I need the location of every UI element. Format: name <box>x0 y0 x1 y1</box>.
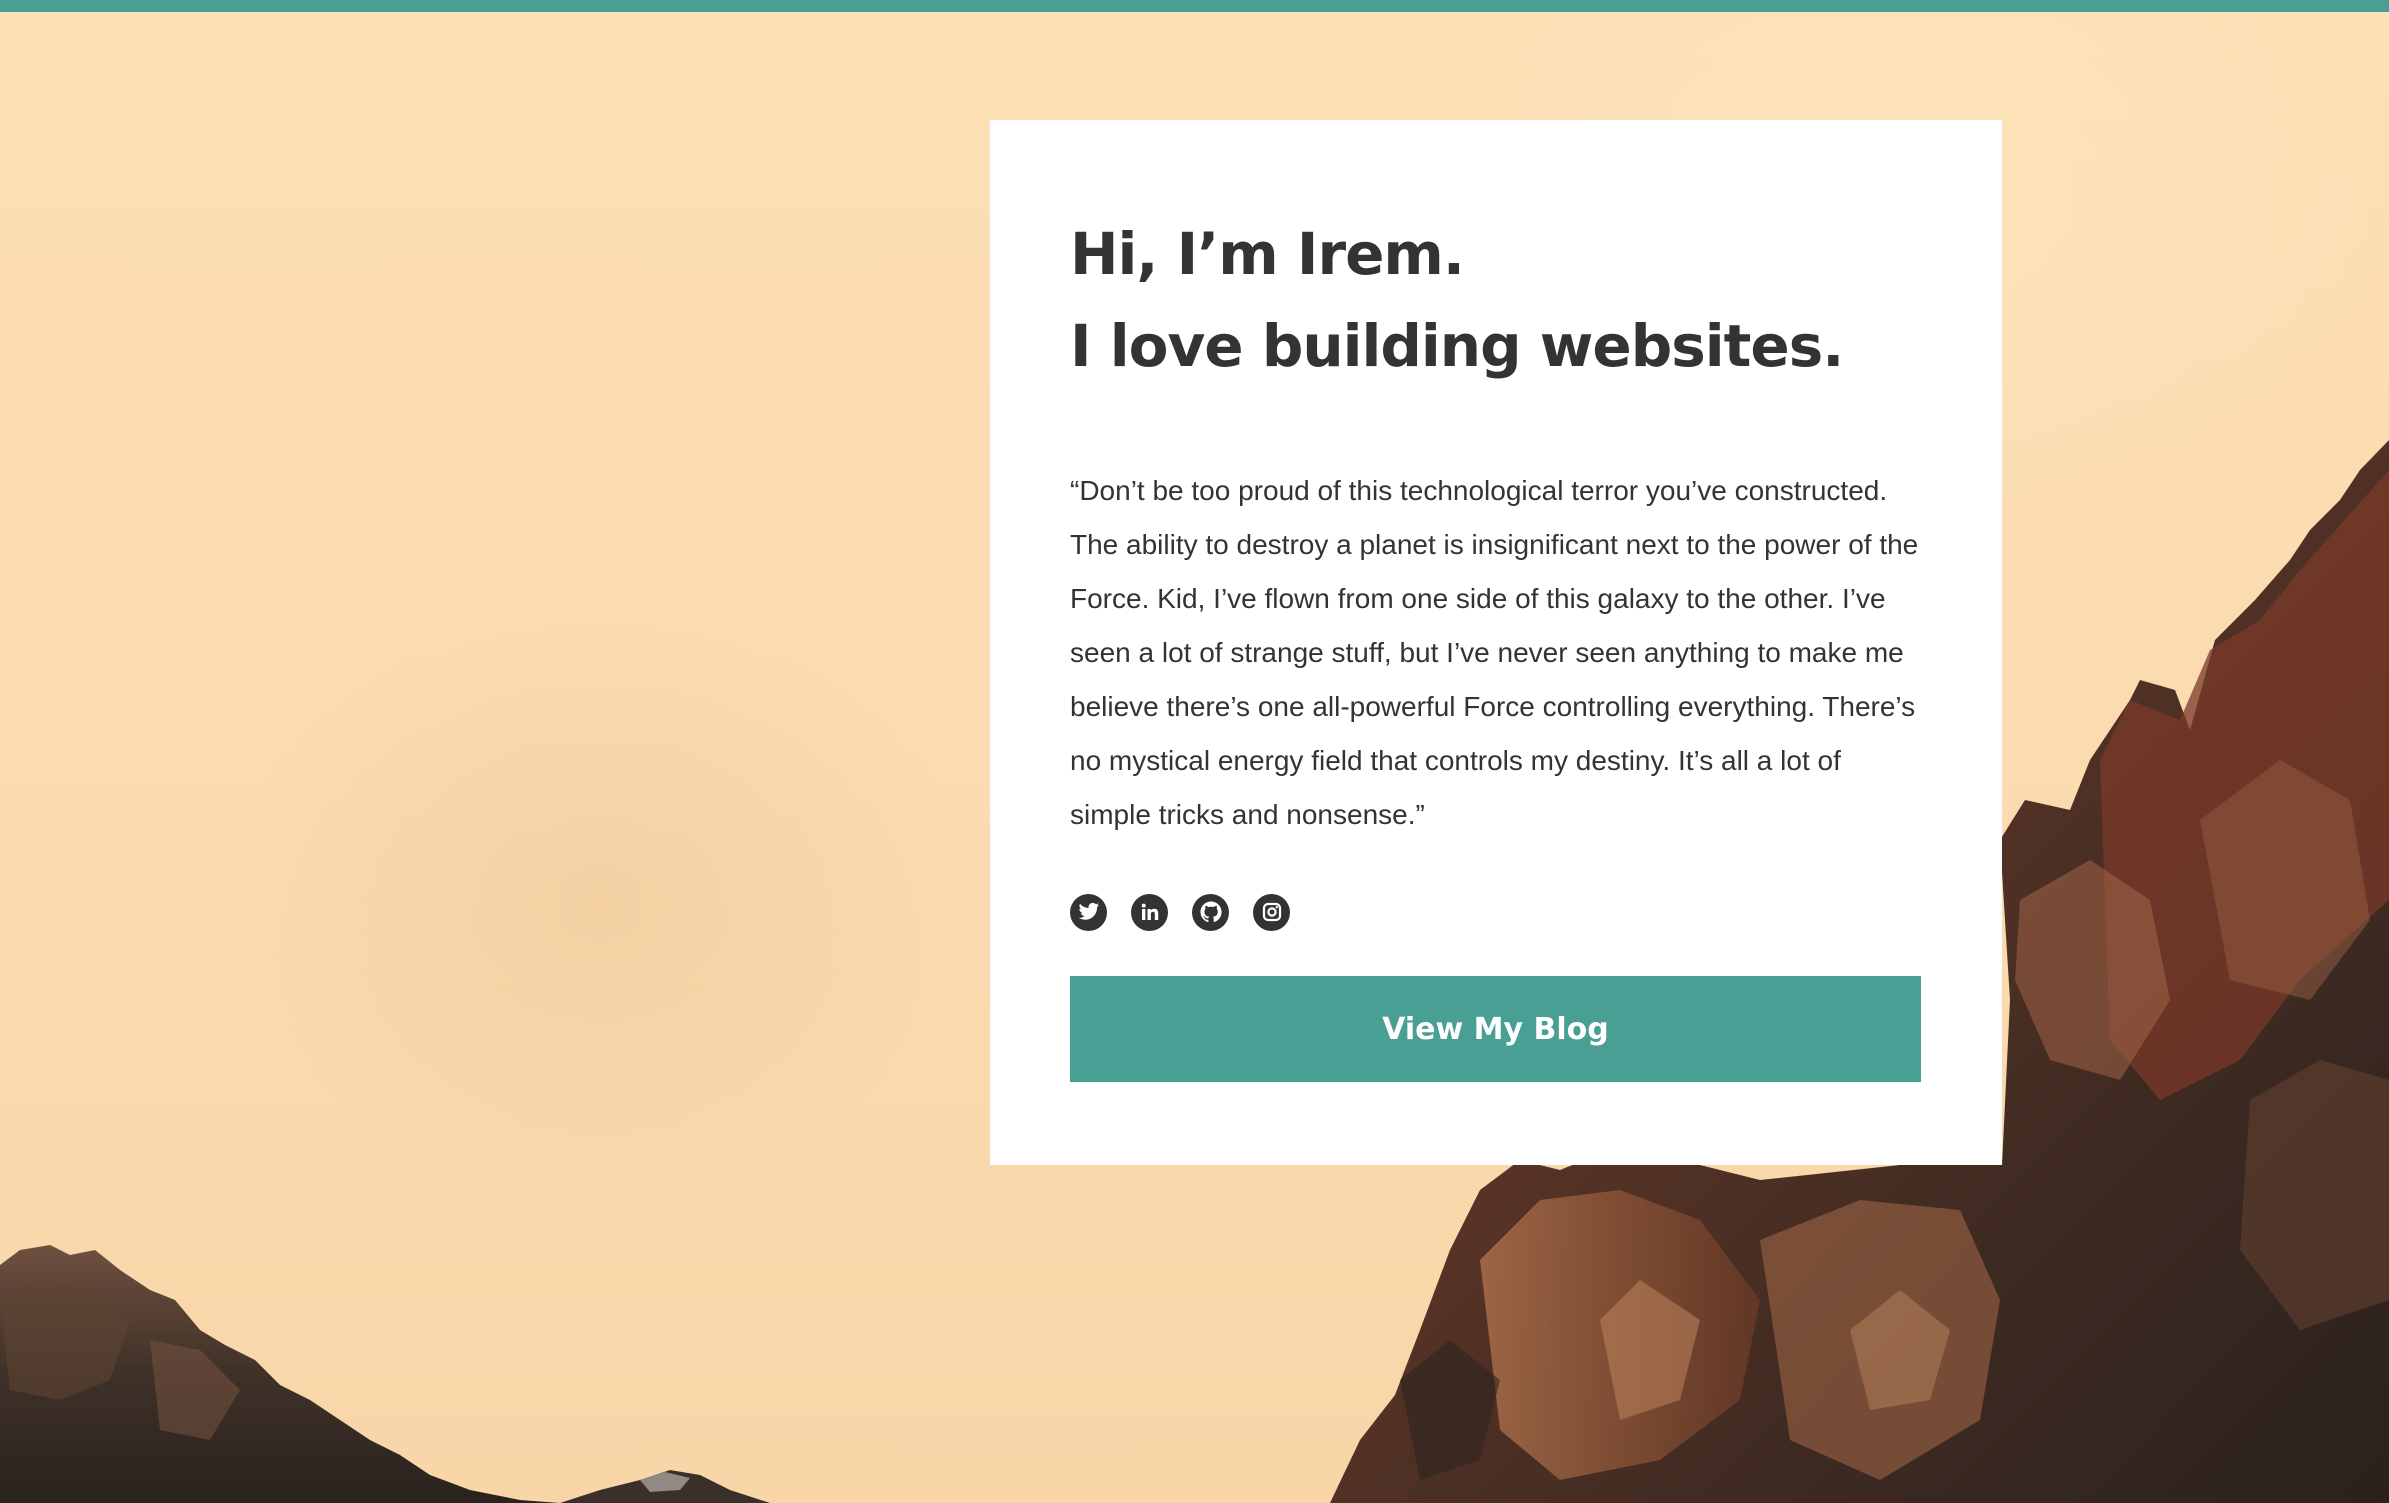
instagram-icon <box>1262 902 1281 922</box>
intro-card: Hi, I’m Irem. I love building websites. … <box>990 120 2002 1165</box>
top-accent-bar <box>0 0 2389 12</box>
headline-line-2: I love building websites. <box>1070 312 1844 380</box>
github-icon <box>1200 901 1222 923</box>
twitter-link[interactable] <box>1070 893 1107 931</box>
twitter-icon <box>1078 902 1099 920</box>
intro-quote: “Don’t be too proud of this technologica… <box>1070 475 1919 830</box>
github-link[interactable] <box>1192 893 1229 931</box>
headline: Hi, I’m Irem. I love building websites. <box>1070 208 1922 392</box>
headline-line-1: Hi, I’m Irem. <box>1070 220 1465 288</box>
instagram-link[interactable] <box>1253 893 1290 931</box>
linkedin-link[interactable] <box>1131 893 1168 931</box>
social-links <box>1070 892 1922 932</box>
linkedin-icon <box>1141 903 1158 920</box>
view-blog-button[interactable]: View My Blog <box>1070 976 1921 1082</box>
